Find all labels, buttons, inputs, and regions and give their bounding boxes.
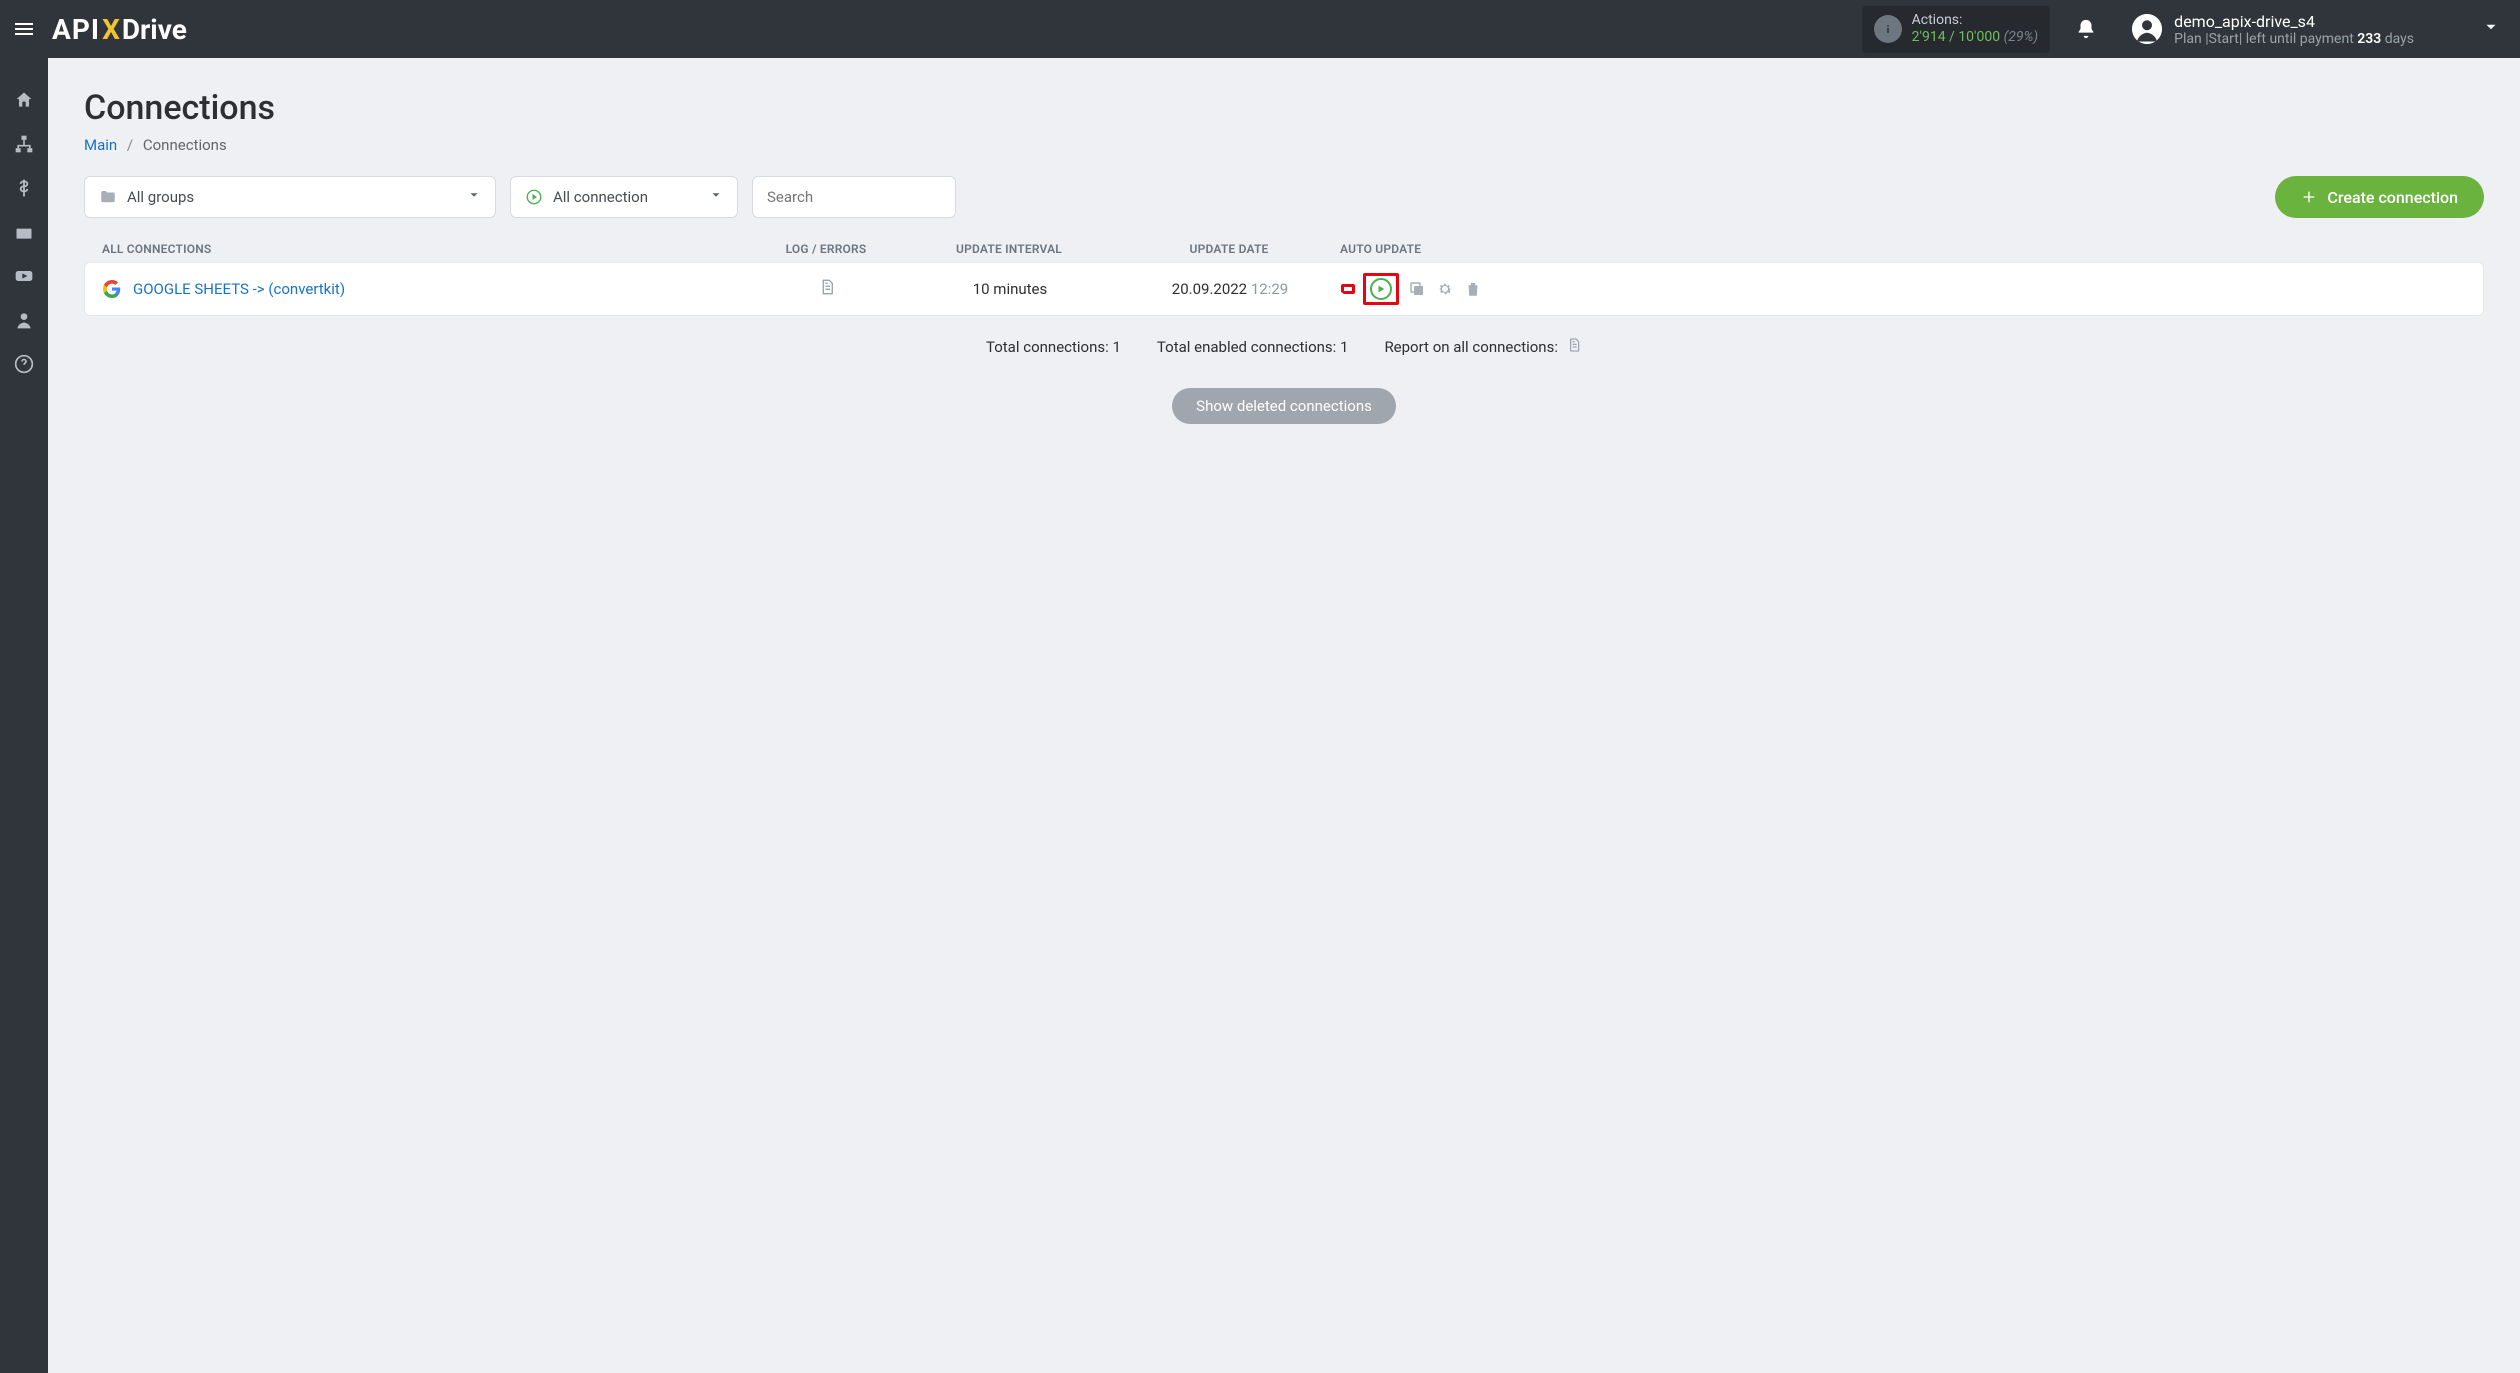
connection-row: GOOGLE SHEETS -> (convertkit) 10 minutes… — [84, 262, 2484, 316]
column-header-name: ALL CONNECTIONS — [102, 242, 752, 256]
create-connection-label: Create connection — [2327, 188, 2458, 207]
column-header-date: UPDATE DATE — [1118, 242, 1340, 256]
bell-icon — [2075, 18, 2097, 40]
delete-button[interactable] — [1463, 279, 1483, 299]
highlight-toggle — [1341, 284, 1355, 294]
sidebar-item-account[interactable] — [0, 298, 48, 342]
document-icon — [1566, 336, 1582, 354]
info-icon — [1874, 15, 1902, 43]
avatar-icon — [2132, 14, 2162, 44]
copy-button[interactable] — [1407, 279, 1427, 299]
actions-max: 10'000 — [1958, 29, 2000, 45]
group-filter-dropdown[interactable]: All groups — [84, 176, 496, 218]
user-menu-chevron[interactable] — [2462, 18, 2520, 40]
status-filter-dropdown[interactable]: All connection — [510, 176, 738, 218]
folder-icon — [99, 188, 117, 206]
sidebar-item-help[interactable] — [0, 342, 48, 386]
youtube-icon — [14, 266, 34, 286]
logo-text-api: API — [52, 13, 100, 46]
summary-report-label: Report on all connections: — [1384, 338, 1558, 356]
menu-toggle-button[interactable] — [0, 0, 48, 58]
date-cell: 20.09.2022 12:29 — [1119, 280, 1341, 298]
header: API X Drive Actions: 2'914 / 10'000 (29%… — [0, 0, 2520, 58]
column-headers: ALL CONNECTIONS LOG / ERRORS UPDATE INTE… — [84, 242, 2484, 256]
play-icon — [1376, 284, 1386, 294]
connection-name-link[interactable]: GOOGLE SHEETS -> (convertkit) — [133, 280, 345, 298]
group-filter-label: All groups — [127, 188, 194, 206]
show-deleted-button[interactable]: Show deleted connections — [1172, 388, 1396, 424]
document-icon — [818, 277, 836, 297]
logo[interactable]: API X Drive — [52, 13, 187, 46]
sitemap-icon — [14, 134, 34, 154]
plus-icon — [2301, 189, 2317, 205]
actions-label: Actions: — [1912, 12, 2039, 30]
logo-text-drive: Drive — [122, 13, 187, 46]
sidebar — [0, 58, 48, 1373]
breadcrumb: Main / Connections — [84, 136, 2484, 154]
actions-counter[interactable]: Actions: 2'914 / 10'000 (29%) — [1862, 6, 2051, 53]
user-icon — [14, 310, 34, 330]
copy-icon — [1408, 280, 1426, 298]
breadcrumb-current: Connections — [143, 136, 227, 154]
search-input[interactable] — [767, 188, 941, 206]
main-content: Connections Main / Connections All group… — [48, 58, 2520, 1373]
user-name: demo_apix-drive_s4 — [2174, 12, 2414, 31]
column-header-log: LOG / ERRORS — [752, 242, 900, 256]
run-now-button[interactable] — [1370, 278, 1392, 300]
sidebar-item-tools[interactable] — [0, 210, 48, 254]
column-header-interval: UPDATE INTERVAL — [900, 242, 1118, 256]
user-menu[interactable]: demo_apix-drive_s4 Plan |Start| left unt… — [2132, 12, 2414, 47]
actions-percent: (29%) — [2004, 29, 2039, 45]
summary-row: Total connections: 1 Total enabled conne… — [84, 336, 2484, 358]
sidebar-item-video[interactable] — [0, 254, 48, 298]
sidebar-item-home[interactable] — [0, 78, 48, 122]
notifications-button[interactable] — [2070, 13, 2102, 45]
chevron-down-icon — [709, 188, 723, 202]
sidebar-item-connections[interactable] — [0, 122, 48, 166]
briefcase-icon — [14, 222, 34, 242]
sidebar-item-billing[interactable] — [0, 166, 48, 210]
settings-button[interactable] — [1435, 279, 1455, 299]
user-plan: Plan |Start| left until payment 233 days — [2174, 31, 2414, 47]
trash-icon — [1464, 280, 1482, 298]
logo-text-x: X — [100, 13, 122, 46]
hamburger-icon — [12, 17, 36, 41]
summary-enabled: Total enabled connections: 1 — [1157, 338, 1349, 356]
interval-cell: 10 minutes — [901, 280, 1119, 298]
status-filter-label: All connection — [553, 188, 648, 206]
breadcrumb-main[interactable]: Main — [84, 136, 117, 154]
highlight-run — [1363, 273, 1399, 305]
summary-total: Total connections: 1 — [986, 338, 1121, 356]
google-icon — [103, 280, 121, 298]
column-header-auto: AUTO UPDATE — [1340, 242, 1468, 256]
home-icon — [14, 90, 34, 110]
chevron-down-icon — [467, 188, 481, 202]
report-button[interactable] — [1566, 336, 1582, 358]
play-circle-icon — [525, 188, 543, 206]
actions-current: 2'914 — [1912, 29, 1946, 45]
dollar-icon — [14, 178, 34, 198]
gear-icon — [1436, 280, 1454, 298]
create-connection-button[interactable]: Create connection — [2275, 176, 2484, 218]
search-box[interactable] — [752, 176, 956, 218]
log-button[interactable] — [818, 277, 836, 301]
help-icon — [14, 354, 34, 374]
chevron-down-icon — [2482, 18, 2500, 36]
page-title: Connections — [84, 88, 2484, 128]
